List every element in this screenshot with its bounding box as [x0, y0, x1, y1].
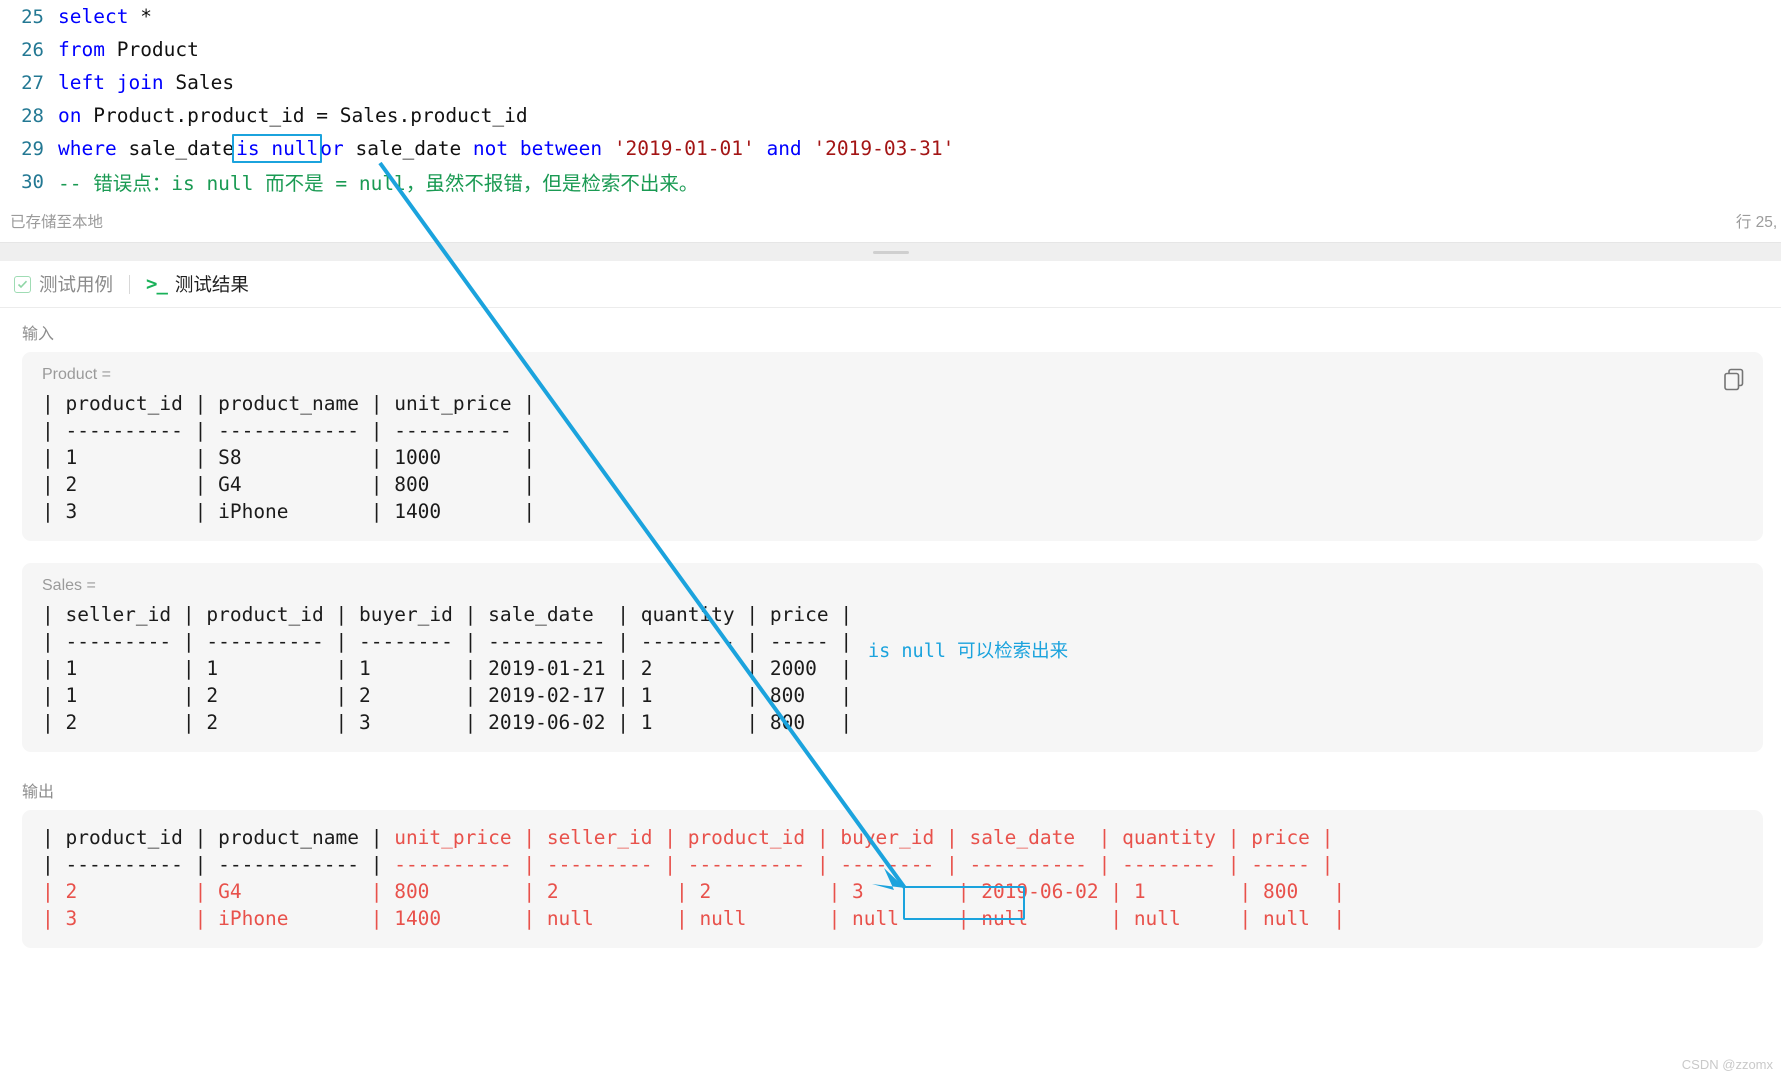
- output-table-card: | product_id | product_name | unit_price…: [22, 810, 1763, 948]
- tab-testresult-label: 测试结果: [174, 274, 249, 295]
- copy-icon[interactable]: [1721, 366, 1747, 392]
- input-section-label: 输入: [22, 326, 55, 343]
- table-row: | 2 | G4 | 800 | 2 | 2 | 3 | 2019-06-02 …: [42, 878, 1743, 905]
- line-number-26: 26: [21, 38, 44, 61]
- code-text-27: left join Sales: [58, 71, 235, 94]
- sql-editor[interactable]: 25 select * 26 from Product 27 left join Sale…: [0, 0, 1781, 200]
- table-row: | ---------- | ------------ | ----------…: [42, 851, 1743, 878]
- code-line-28[interactable]: 28 on Product.product_id = Sales.product_…: [0, 99, 1781, 132]
- line-number-27: 27: [21, 71, 44, 94]
- terminal-icon: >_: [146, 272, 168, 295]
- table-row: | --------- | ---------- | -------- | --…: [42, 630, 853, 653]
- output-cell-group-black: | ---------- | ------------ |: [42, 853, 395, 876]
- editor-statusbar: 已存储至本地 行 25, 列: [0, 200, 1781, 243]
- output-section-label: 输出: [22, 784, 55, 801]
- table-row: | 1 | 2 | 2 | 2019-02-17 | 1 | 800 |: [42, 684, 853, 707]
- product-table-text: | product_id | product_name | unit_price…: [42, 390, 1743, 525]
- table-row: | 1 | S8 | 1000 |: [42, 446, 536, 469]
- table-row: | 2 | 2 | 3 | 2019-06-02 | 1 | 800 |: [42, 711, 853, 734]
- code-text-30: -- 错误点：is null 而不是 = null，虽然不报错，但是检索不出来。: [58, 172, 699, 195]
- output-cell-group-red: unit_price | seller_id | product_id | bu…: [394, 826, 1334, 849]
- code-text-26: from Product: [58, 38, 199, 61]
- code-text-25: select *: [58, 5, 152, 28]
- product-table-card: Product = | product_id | product_name | …: [22, 352, 1763, 541]
- table-row: | product_id | product_name | unit_price…: [42, 392, 536, 415]
- output-cell-group-red: ---------- | --------- | ---------- | --…: [394, 853, 1334, 876]
- code-line-27[interactable]: 27 left join Sales: [0, 66, 1781, 99]
- tab-separator: [129, 274, 131, 294]
- table-row: | 2 | G4 | 800 |: [42, 473, 536, 496]
- code-text-28: on Product.product_id = Sales.product_id: [58, 104, 528, 127]
- splitter-grip[interactable]: [872, 251, 909, 254]
- tab-testcases[interactable]: 测试用例: [14, 271, 113, 297]
- sales-table-card: Sales = | seller_id | product_id | buyer…: [22, 563, 1763, 752]
- line-number-29: 29: [21, 137, 44, 160]
- output-cell-group-red: | 3 | iPhone | 1400 | null | null | null…: [42, 907, 1346, 930]
- highlighted-token-is-null: is null: [232, 134, 323, 163]
- panel-splitter[interactable]: [0, 243, 1781, 262]
- sales-table-title: Sales =: [42, 577, 96, 594]
- checkbox-icon: [14, 275, 31, 293]
- code-lines[interactable]: 25 select * 26 from Product 27 left join Sale…: [0, 0, 1781, 198]
- cursor-position-label: 行 25, 列: [1735, 214, 1781, 231]
- code-text-29: where sale_date is null or sale_date not b…: [58, 134, 1781, 163]
- code-line-30[interactable]: 30 -- 错误点：is null 而不是 = null，虽然不报错，但是检索不出…: [0, 165, 1781, 198]
- line-number-25: 25: [21, 5, 44, 28]
- table-row: | 3 | iPhone | 1400 |: [42, 500, 536, 523]
- page-root: 25 select * 26 from Product 27 left join Sale…: [0, 0, 1781, 1076]
- code-line-25[interactable]: 25 select *: [0, 0, 1781, 33]
- tab-testcases-label: 测试用例: [39, 274, 114, 295]
- tab-testresult[interactable]: >_ 测试结果: [146, 271, 249, 297]
- line-number-28: 28: [21, 104, 44, 127]
- code-line-26[interactable]: 26 from Product: [0, 33, 1781, 66]
- output-table-text: | product_id | product_name | unit_price…: [42, 824, 1743, 932]
- table-row: | ---------- | ------------ | ----------…: [42, 419, 536, 442]
- result-panel: 输入 Product = | product_id | product_name…: [0, 308, 1781, 1076]
- output-cell-group-black: | product_id | product_name |: [42, 826, 395, 849]
- output-cell-group-red: | 2 | G4 | 800 | 2 | 2 | 3 | 2019-06-02 …: [42, 880, 1346, 903]
- line-number-30: 30: [21, 170, 44, 193]
- saved-status-label: 已存储至本地: [10, 214, 104, 231]
- watermark-label: CSDN @zzomx: [1681, 1057, 1773, 1072]
- product-table-title: Product =: [42, 366, 111, 383]
- table-row: | seller_id | product_id | buyer_id | sa…: [42, 603, 853, 626]
- sales-table-text: | seller_id | product_id | buyer_id | sa…: [42, 601, 1743, 736]
- table-row: | product_id | product_name | unit_price…: [42, 824, 1743, 851]
- result-tabbar[interactable]: 测试用例 >_ 测试结果: [0, 261, 1781, 308]
- table-row: | 3 | iPhone | 1400 | null | null | null…: [42, 905, 1743, 932]
- code-line-29[interactable]: 29 where sale_date is null or sale_date not…: [0, 132, 1781, 165]
- table-row: | 1 | 1 | 1 | 2019-01-21 | 2 | 2000 |: [42, 657, 853, 680]
